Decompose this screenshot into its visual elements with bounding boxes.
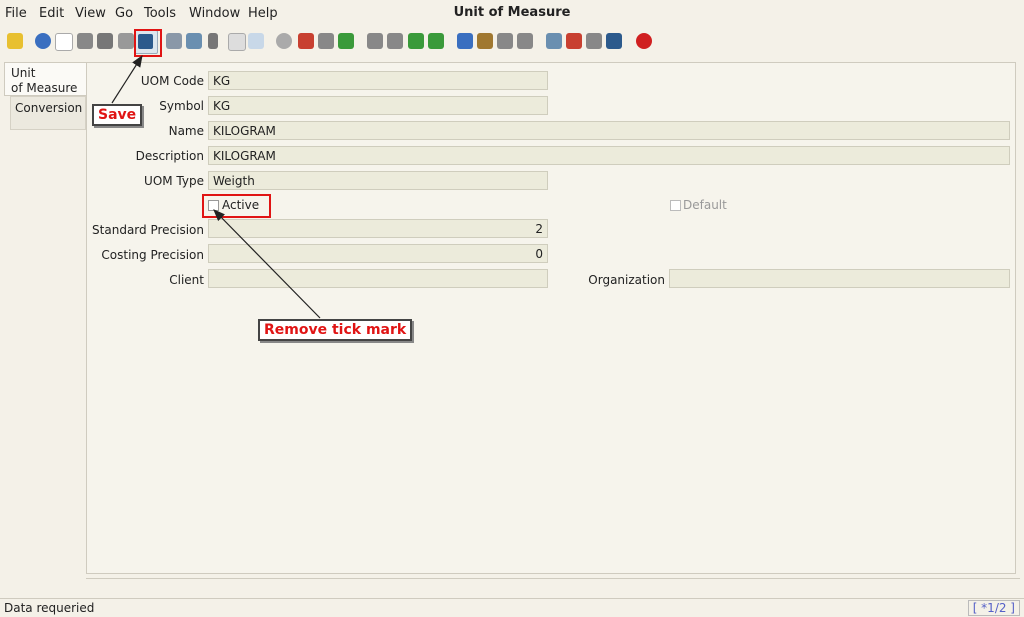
status-message: Data requeried (4, 601, 95, 615)
save-arrow (111, 54, 143, 104)
annotation-arrows (111, 54, 321, 319)
divider (86, 578, 1020, 579)
status-bar: Data requeried [ *1/2 ] (0, 598, 1024, 617)
remove-tick-arrow (213, 209, 321, 319)
record-indicator[interactable]: [ *1/2 ] (967, 600, 1020, 616)
